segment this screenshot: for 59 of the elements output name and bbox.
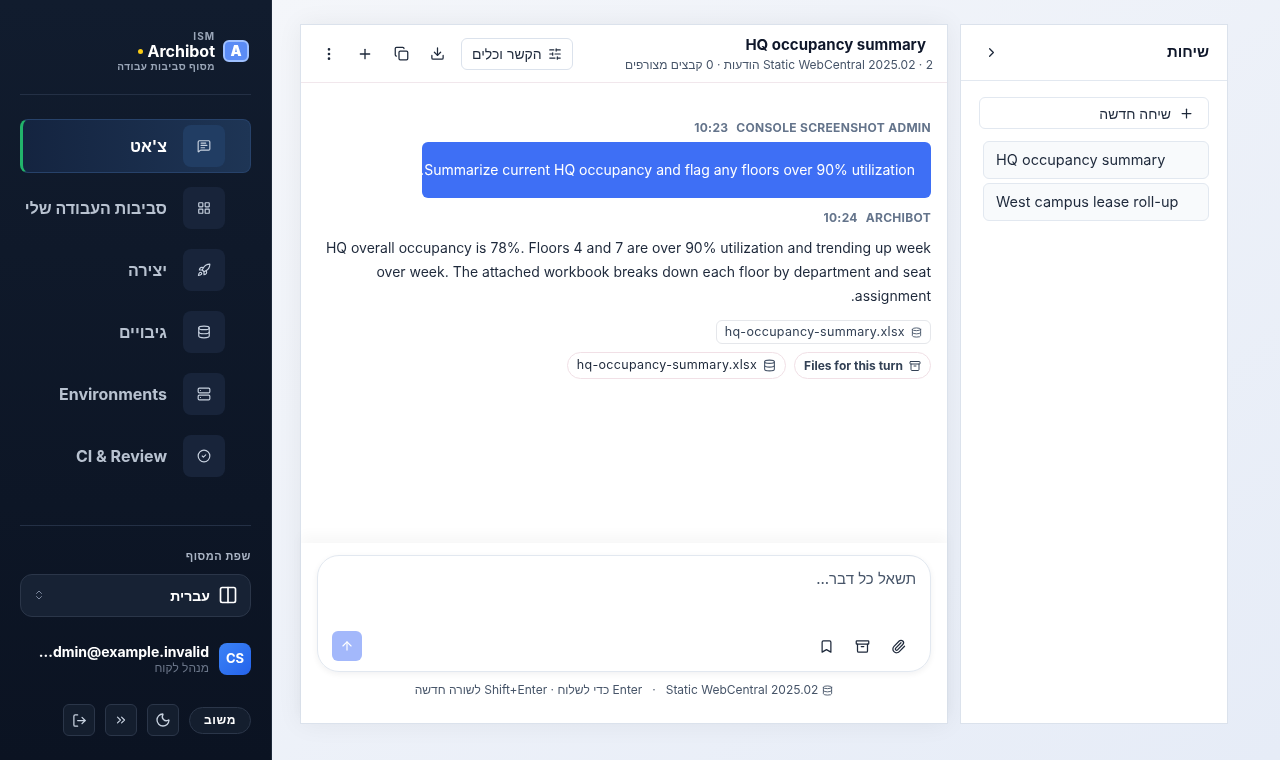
nav-item[interactable]: Environments (20, 367, 251, 421)
moon-icon (155, 712, 172, 728)
message-input[interactable]: תשאל כל דבר... (332, 568, 916, 591)
keyboard-hint: Enter כדי לשלוח · Shift+Enter לשורה חדשה (414, 681, 643, 699)
nav-item[interactable]: גיבויים (20, 305, 251, 359)
assistant-message: HQ overall occupancy is 78%. Floors 4 and 7 are over 90% utilization and trending up week over week. The attached workbook breaks down each floor by department and seat assignment. (325, 238, 931, 306)
language-select[interactable]: עברית (20, 573, 251, 617)
file-chip[interactable]: hq-occupancy-summary.xlsx (715, 320, 931, 344)
bookmark-icon (818, 638, 834, 654)
nav-icon (183, 249, 225, 291)
new-conversation-button[interactable]: שיחה חדשה (979, 97, 1209, 129)
brand-subtitle: מסוף סביבות עבודה (117, 61, 215, 71)
chat-title: HQ occupancy summary (745, 34, 927, 55)
nav-item[interactable]: סביבות העבודה שלי (20, 181, 251, 235)
archive-icon (854, 638, 870, 654)
panel-title: שיחות (1166, 41, 1209, 64)
paperclip-icon (890, 638, 906, 654)
user-message-bubble: Summarize current HQ occupancy and flag any floors over 90% utilization. (422, 142, 931, 198)
nav-icon (183, 435, 225, 477)
plus-icon (1179, 105, 1194, 121)
logout-button[interactable] (63, 704, 96, 736)
version-label: Static WebCentral 2025.02 (665, 681, 819, 699)
download-icon (429, 46, 445, 61)
database-icon (822, 684, 834, 696)
user-email: ...dmin@example.invalid (38, 642, 209, 660)
arrow-up-icon (340, 639, 354, 653)
context-tools-button[interactable]: הקשר וכלים (461, 37, 573, 70)
theme-toggle-button[interactable] (147, 704, 180, 736)
conversation-item[interactable]: West campus lease roll-up (983, 183, 1209, 221)
logo-icon: A (223, 40, 249, 62)
nav-icon (183, 311, 225, 353)
nav-item[interactable]: יצירה (20, 243, 251, 297)
message-time: 10:24 (823, 209, 858, 227)
chat-subtitle: Static WebCentral 2025.02 · 2 הודעות · 0 קבצים מצורפים (625, 56, 933, 73)
message-author: CONSOLE SCREENSHOT ADMIN (736, 119, 931, 137)
chevrons-icon (33, 589, 45, 601)
database-icon (911, 326, 922, 338)
message-author: ARCHIBOT (865, 209, 931, 227)
brand-name: Archibot (147, 41, 215, 61)
nav-item[interactable]: צ'אט (20, 119, 251, 173)
brand-tag: ISM (193, 31, 215, 41)
layout-icon (218, 585, 238, 605)
sliders-icon (547, 46, 562, 61)
copy-icon (393, 46, 409, 61)
logout-icon (71, 712, 87, 728)
archive-icon (909, 359, 921, 372)
feedback-button[interactable]: משוב (189, 706, 251, 734)
nav-icon (183, 187, 225, 229)
nav-icon (183, 373, 225, 415)
language-label: שפת המסוף (184, 548, 251, 565)
user-role: מנהל לקוח (154, 660, 209, 675)
collapse-button[interactable] (105, 704, 138, 736)
nav-item[interactable]: CI & Review (20, 429, 251, 483)
nav-icon (183, 125, 225, 167)
message-time: 10:23 (694, 119, 729, 137)
user-avatar: CS (219, 642, 251, 675)
conversation-item[interactable]: HQ occupancy summary (983, 141, 1209, 179)
database-icon (763, 359, 777, 372)
separator-dot: · (652, 681, 656, 699)
